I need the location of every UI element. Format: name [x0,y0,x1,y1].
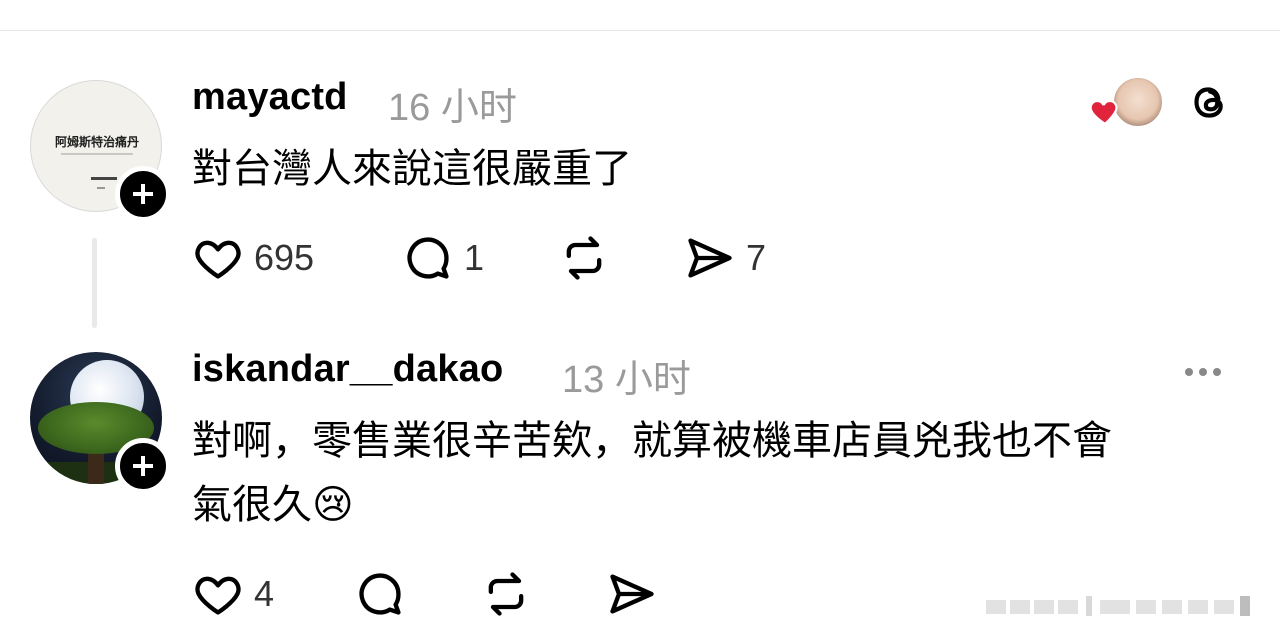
follow-button-iskandar[interactable] [115,438,171,494]
post-text-line-1: 對台灣人來說這很嚴重了 [192,147,632,191]
follow-button-mayactd[interactable] [115,166,171,222]
speech-bubble-icon [407,237,449,279]
paper-plane-icon [688,238,732,278]
post-text-line-2: 氣很久😢 [192,483,354,527]
share-count: 7 [746,237,767,278]
username[interactable]: iskandar__dakao [192,348,503,391]
paper-plane-icon [610,574,654,614]
heart-outline-icon [195,240,241,279]
share-button[interactable]: 7 [684,232,766,284]
comment-button[interactable] [354,568,406,620]
repost-arrows-icon [566,236,602,280]
repost-button[interactable] [558,232,610,284]
share-button[interactable] [606,568,658,620]
like-button[interactable]: 695 [192,232,314,284]
username[interactable]: mayactd [192,76,348,119]
post-header-right [1088,72,1238,132]
speech-bubble-icon [359,573,401,615]
threads-logo-icon[interactable] [1184,76,1234,128]
comment-count: 1 [464,237,485,278]
like-count: 695 [254,237,315,278]
avatar-logo-mark [91,177,117,180]
heart-outline-icon [195,576,241,615]
like-count: 4 [254,573,275,614]
post-text-line-1: 對啊，零售業很辛苦欸，就算被機車店員兇我也不會 [192,419,1112,463]
repost-button[interactable] [480,568,532,620]
timestamp: 16 小时 [388,87,517,129]
repost-arrows-icon [488,572,524,616]
top-divider [0,30,1280,31]
timestamp: 13 小时 [562,359,691,401]
avatar-logo-line [61,153,133,155]
thread-connector-line [92,238,97,328]
like-button[interactable]: 4 [192,568,274,620]
ellipsis-icon[interactable] [1185,368,1221,376]
avatar-logo-mark-small [97,187,105,189]
watermark-graphic [986,596,1250,616]
red-heart-icon [1089,100,1118,126]
avatar-logo-text: 阿姆斯特治痛丹 [54,135,139,149]
comment-button[interactable]: 1 [402,232,484,284]
